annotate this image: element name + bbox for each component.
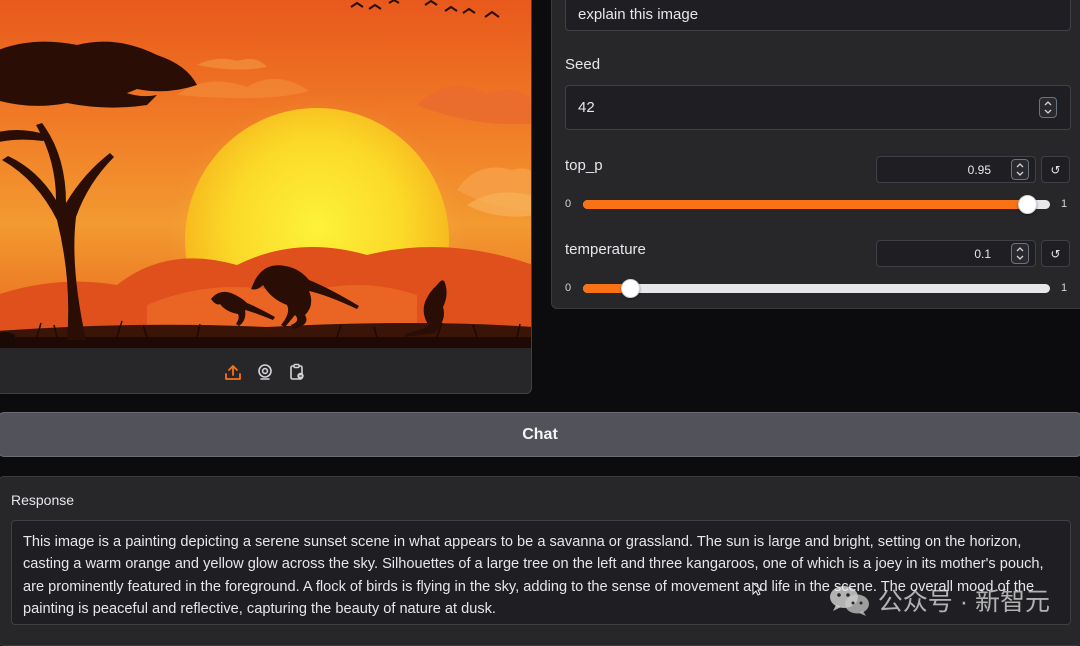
mouse-cursor-icon bbox=[752, 582, 762, 596]
reset-icon: ↺ bbox=[1050, 162, 1061, 177]
temperature-label: temperature bbox=[565, 241, 646, 258]
temperature-slider[interactable] bbox=[583, 279, 1050, 298]
response-textbox[interactable]: This image is a painting depicting a ser… bbox=[11, 520, 1071, 625]
reset-icon: ↺ bbox=[1050, 246, 1061, 261]
image-input-panel bbox=[0, 0, 532, 394]
temperature-min-label: 0 bbox=[565, 282, 572, 294]
generation-settings-panel: explain this image Seed 42 top_p 0.95 ↺ … bbox=[551, 0, 1080, 309]
seed-stepper[interactable] bbox=[1039, 97, 1057, 118]
response-text: This image is a painting depicting a ser… bbox=[23, 534, 1044, 617]
top-p-min-label: 0 bbox=[565, 198, 572, 210]
top-p-slider[interactable] bbox=[583, 195, 1050, 214]
upload-icon[interactable] bbox=[223, 362, 243, 382]
chat-button-label: Chat bbox=[522, 425, 558, 443]
temperature-reset-button[interactable]: ↺ bbox=[1041, 240, 1070, 267]
seed-input-value: 42 bbox=[578, 99, 595, 116]
seed-input[interactable]: 42 bbox=[565, 85, 1071, 130]
top-p-label: top_p bbox=[565, 157, 603, 174]
temperature-stepper[interactable] bbox=[1011, 243, 1029, 264]
uploaded-painting-image bbox=[0, 0, 531, 348]
temperature-value: 0.1 bbox=[974, 246, 991, 261]
top-p-value: 0.95 bbox=[967, 162, 991, 177]
top-p-max-label: 1 bbox=[1061, 198, 1068, 210]
top-p-stepper[interactable] bbox=[1011, 159, 1029, 180]
response-panel: Response This image is a painting depict… bbox=[0, 476, 1080, 646]
top-p-slider-thumb[interactable] bbox=[1017, 195, 1037, 214]
prompt-input-value: explain this image bbox=[578, 5, 699, 23]
prompt-input[interactable]: explain this image bbox=[565, 0, 1071, 31]
top-p-reset-button[interactable]: ↺ bbox=[1041, 156, 1070, 183]
temperature-slider-thumb[interactable] bbox=[620, 279, 640, 298]
seed-label: Seed bbox=[565, 56, 601, 73]
response-label: Response bbox=[11, 492, 75, 508]
clipboard-icon[interactable] bbox=[287, 362, 307, 382]
top-p-slider-fill bbox=[583, 200, 1027, 209]
temperature-max-label: 1 bbox=[1061, 282, 1068, 294]
chat-button[interactable]: Chat bbox=[0, 412, 1080, 457]
image-source-toolbar bbox=[0, 348, 531, 393]
webcam-icon[interactable] bbox=[255, 362, 275, 382]
